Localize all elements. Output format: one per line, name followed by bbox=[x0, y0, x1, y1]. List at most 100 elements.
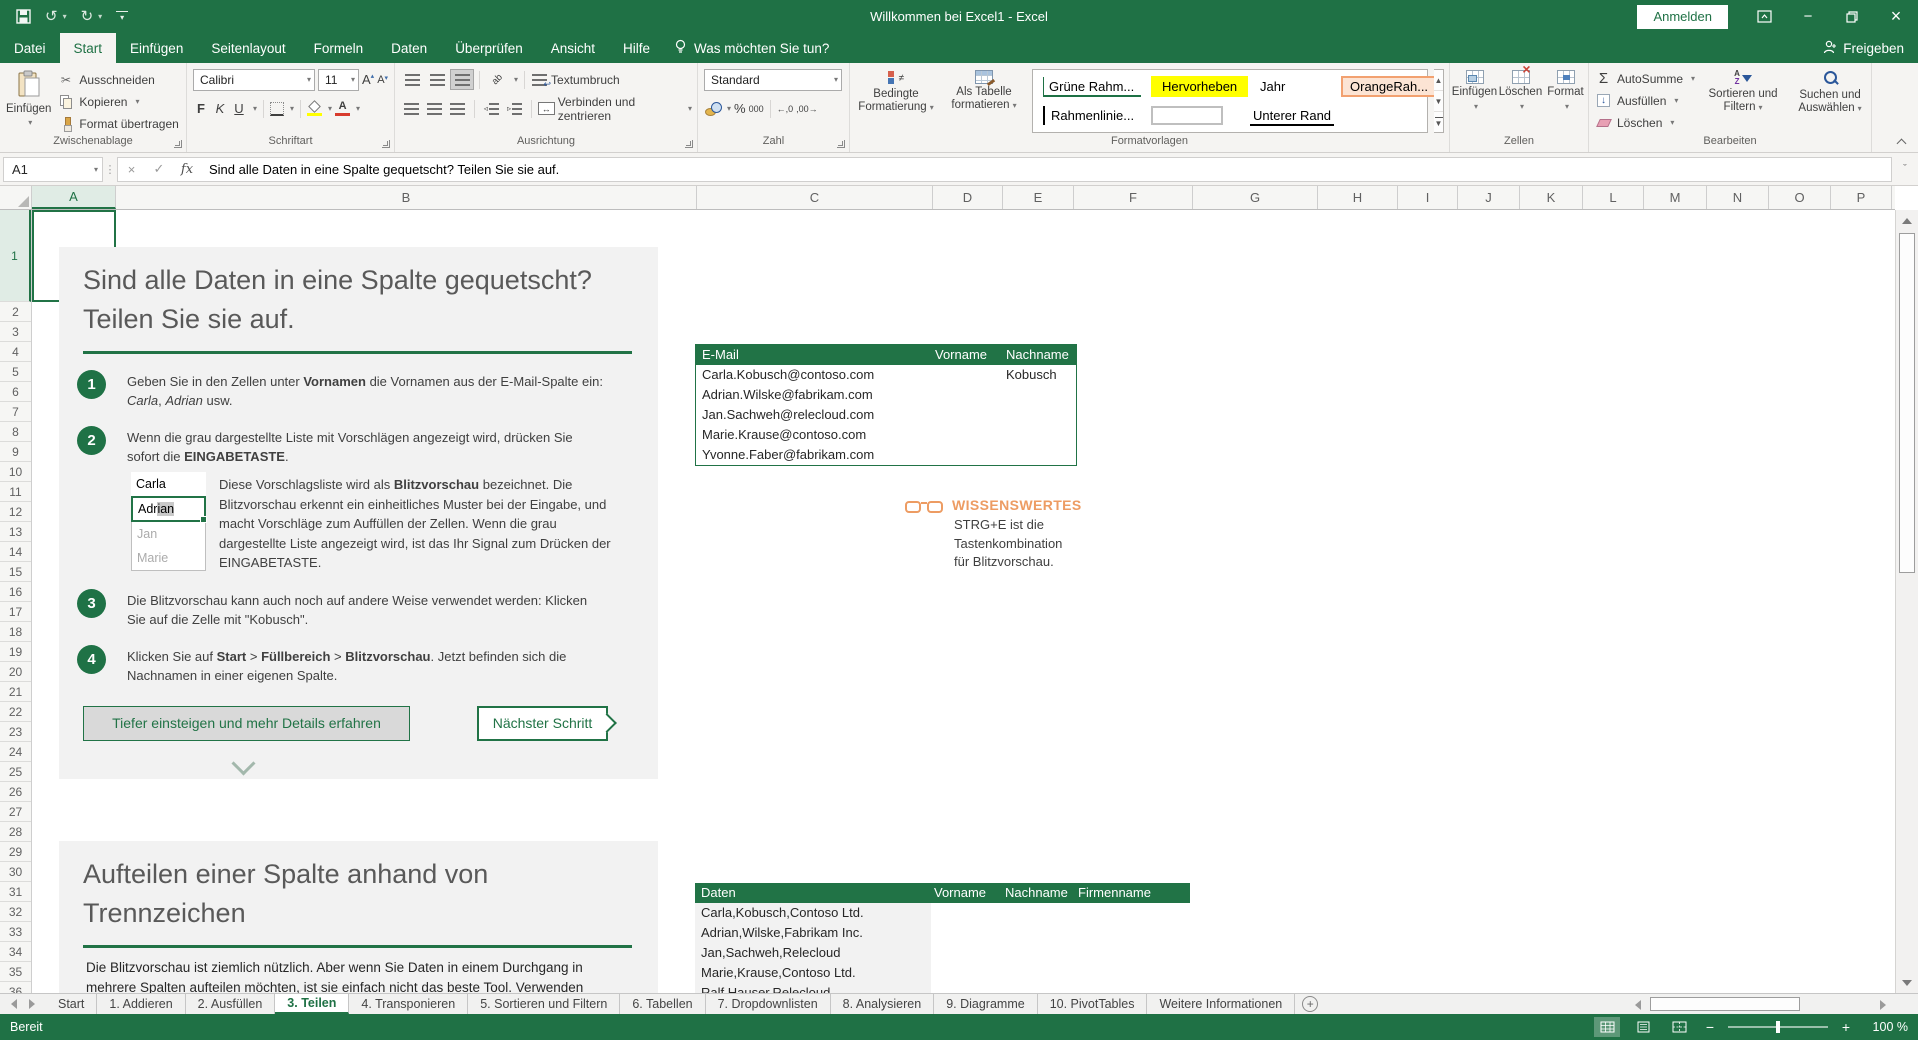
row-header[interactable]: 30 bbox=[0, 862, 31, 882]
page-break-view-icon[interactable] bbox=[1666, 1017, 1692, 1037]
ribbon-tab[interactable]: Hilfe bbox=[609, 33, 664, 63]
cell-style-chip[interactable]: Jahr bbox=[1247, 73, 1334, 101]
merge-center-button[interactable]: Verbinden und zentrieren bbox=[558, 95, 682, 123]
column-header[interactable]: O bbox=[1769, 186, 1831, 209]
fill-button[interactable]: ↓Ausfüllen▾ bbox=[1595, 90, 1695, 111]
data-table-row[interactable]: Ralf,Hauser,Relecloud bbox=[695, 983, 1190, 993]
row-header[interactable]: 34 bbox=[0, 942, 31, 962]
data-table-row[interactable]: Carla,Kobusch,Contoso Ltd. bbox=[695, 903, 1190, 923]
sheet-tab[interactable]: 5. Sortieren und Filtern bbox=[468, 994, 620, 1014]
format-as-table-button[interactable]: Als Tabelleformatieren▾ bbox=[942, 67, 1026, 134]
next-step-button[interactable]: Nächster Schritt bbox=[477, 706, 608, 741]
sheet-tab[interactable]: 6. Tabellen bbox=[620, 994, 705, 1014]
ribbon-tab[interactable]: Überprüfen bbox=[441, 33, 537, 63]
data-table-row[interactable]: Jan,Sachweh,Relecloud bbox=[695, 943, 1190, 963]
vertical-scroll-thumb[interactable] bbox=[1899, 233, 1915, 573]
row-header[interactable]: 31 bbox=[0, 882, 31, 902]
autosum-button[interactable]: ΣAutoSumme▾ bbox=[1595, 68, 1695, 89]
bold-button[interactable]: F bbox=[193, 101, 209, 116]
minimize-button[interactable]: − bbox=[1786, 0, 1830, 33]
ribbon-tab[interactable]: Einfügen bbox=[116, 33, 197, 63]
zoom-slider[interactable] bbox=[1728, 1026, 1828, 1028]
horizontal-scroll-thumb[interactable] bbox=[1650, 997, 1800, 1011]
row-header[interactable]: 13 bbox=[0, 522, 31, 542]
row-header[interactable]: 32 bbox=[0, 902, 31, 922]
data-table-row[interactable]: Marie,Krause,Contoso Ltd. bbox=[695, 963, 1190, 983]
row-header[interactable]: 14 bbox=[0, 542, 31, 562]
tell-me-box[interactable]: Was möchten Sie tun? bbox=[674, 33, 829, 63]
gallery-more-icon[interactable]: ▼ bbox=[1434, 112, 1443, 132]
zoom-in-button[interactable]: + bbox=[1838, 1019, 1854, 1035]
wrap-text-button[interactable]: Textumbruch bbox=[551, 73, 620, 87]
borders-icon[interactable] bbox=[270, 102, 284, 116]
row-header[interactable]: 9 bbox=[0, 442, 31, 462]
header-firmenname[interactable]: Firmenname bbox=[1078, 883, 1151, 903]
cell-style-chip[interactable]: Grüne Rahm... bbox=[1036, 73, 1144, 101]
normal-view-icon[interactable] bbox=[1594, 1017, 1620, 1037]
copy-button[interactable]: Kopieren▾ bbox=[57, 91, 178, 112]
enter-icon[interactable]: ✓ bbox=[145, 157, 173, 182]
email-table-row[interactable]: Yvonne.Faber@fabrikam.com bbox=[696, 445, 1076, 465]
ribbon-tab[interactable]: Daten bbox=[377, 33, 441, 63]
row-header[interactable]: 5 bbox=[0, 362, 31, 382]
row-header[interactable]: 2 bbox=[0, 302, 31, 322]
page-layout-view-icon[interactable] bbox=[1630, 1017, 1656, 1037]
row-header[interactable]: 16 bbox=[0, 582, 31, 602]
row-header[interactable]: 24 bbox=[0, 742, 31, 762]
align-left-button[interactable] bbox=[401, 99, 421, 118]
font-color-icon[interactable]: A bbox=[335, 101, 350, 116]
sheet-tab[interactable]: Weitere Informationen bbox=[1147, 994, 1295, 1014]
row-header[interactable]: 27 bbox=[0, 802, 31, 822]
sheet-canvas[interactable]: Sind alle Daten in eine Spalte gequetsch… bbox=[32, 210, 1895, 993]
header-nachname[interactable]: Nachname bbox=[1005, 883, 1068, 903]
accounting-format-icon[interactable] bbox=[704, 102, 721, 116]
row-header[interactable]: 25 bbox=[0, 762, 31, 782]
cell-style-chip[interactable]: OrangeRah... bbox=[1334, 73, 1424, 101]
column-header[interactable]: C bbox=[697, 186, 933, 209]
formula-bar-expand-icon[interactable]: ˇ bbox=[1892, 163, 1918, 175]
align-bottom-button[interactable] bbox=[451, 70, 473, 89]
row-header[interactable]: 36 bbox=[0, 982, 31, 993]
formula-bar-splitter[interactable]: ⋮ bbox=[103, 163, 117, 176]
insert-function-icon[interactable]: fx bbox=[173, 157, 201, 182]
italic-button[interactable]: K bbox=[212, 101, 228, 116]
vertical-scrollbar[interactable] bbox=[1895, 210, 1918, 993]
sheet-tab[interactable]: 9. Diagramme bbox=[934, 994, 1038, 1014]
increase-indent-button[interactable]: ▹ bbox=[504, 99, 524, 118]
insert-cells-button[interactable]: Einfügen▾ bbox=[1453, 67, 1497, 134]
number-format-select[interactable]: Standard▾ bbox=[704, 69, 842, 91]
row-header[interactable]: 29 bbox=[0, 842, 31, 862]
scroll-down-icon[interactable] bbox=[1896, 972, 1918, 993]
column-header[interactable]: I bbox=[1398, 186, 1458, 209]
collapse-ribbon-icon[interactable] bbox=[1897, 137, 1906, 146]
sign-in-button[interactable]: Anmelden bbox=[1637, 5, 1728, 29]
header-daten[interactable]: Daten bbox=[701, 883, 736, 903]
row-header[interactable]: 19 bbox=[0, 642, 31, 662]
restore-button[interactable] bbox=[1830, 0, 1874, 33]
row-header[interactable]: 21 bbox=[0, 682, 31, 702]
row-header[interactable]: 3 bbox=[0, 322, 31, 342]
email-table-row[interactable]: Marie.Krause@contoso.com bbox=[696, 425, 1076, 445]
undo-icon[interactable]: ↺▾ bbox=[45, 9, 67, 24]
next-sheet-icon[interactable] bbox=[29, 999, 35, 1009]
column-header[interactable]: D bbox=[933, 186, 1003, 209]
font-name-select[interactable]: Calibri▾ bbox=[193, 69, 315, 91]
dialog-launcher-icon[interactable] bbox=[837, 140, 845, 148]
row-header[interactable]: 20 bbox=[0, 662, 31, 682]
zoom-slider-thumb[interactable] bbox=[1776, 1021, 1780, 1033]
share-button[interactable]: Freigeben bbox=[1823, 33, 1918, 63]
scroll-up-icon[interactable] bbox=[1896, 210, 1918, 231]
sheet-tab[interactable]: Start bbox=[46, 994, 97, 1014]
scroll-left-icon[interactable] bbox=[1627, 994, 1648, 1015]
row-header[interactable]: 15 bbox=[0, 562, 31, 582]
learn-more-button[interactable]: Tiefer einsteigen und mehr Details erfah… bbox=[83, 706, 410, 741]
header-vorname[interactable]: Vorname bbox=[935, 345, 987, 365]
increase-decimal-button[interactable]: ←,0 bbox=[777, 104, 794, 114]
decrease-indent-button[interactable]: ◃ bbox=[481, 99, 501, 118]
column-header[interactable]: N bbox=[1707, 186, 1769, 209]
format-cells-button[interactable]: Format▾ bbox=[1545, 67, 1587, 134]
email-table-row[interactable]: Jan.Sachweh@relecloud.com bbox=[696, 405, 1076, 425]
zoom-out-button[interactable]: − bbox=[1702, 1019, 1718, 1035]
sheet-tab[interactable]: 2. Ausfüllen bbox=[186, 994, 276, 1014]
redo-icon[interactable]: ↻▾ bbox=[81, 9, 103, 24]
